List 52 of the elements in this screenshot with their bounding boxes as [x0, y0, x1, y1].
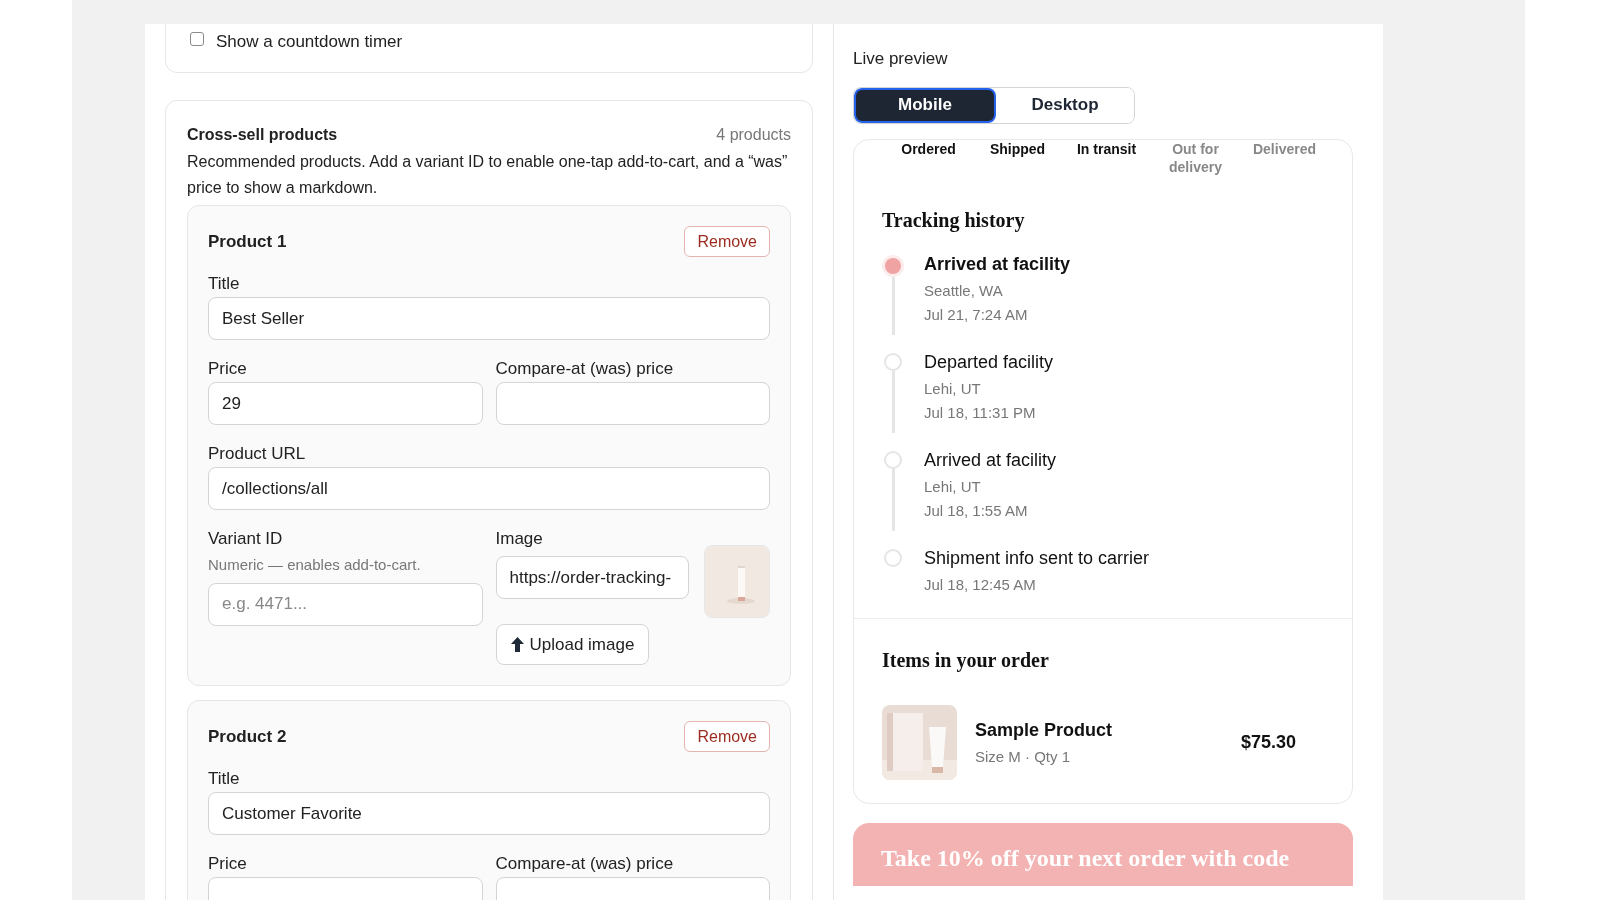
input-field[interactable]: e.g. 4471...: [208, 582, 483, 626]
section-description: Recommended products. Add a variant ID to enable one-tap add-to-cart, and a “was” price to show a markdown.: [187, 152, 789, 198]
input-field[interactable]: /collections/all: [208, 467, 770, 510]
product-meta: Size M · Qty 1: [975, 746, 1072, 767]
event-title: Arrived at facility: [924, 448, 1057, 472]
input-field[interactable]: Customer Favorite: [208, 792, 770, 835]
input-field[interactable]: Best Seller: [208, 297, 770, 340]
section-heading: Tracking history: [882, 207, 1026, 234]
event-title: Departed facility: [924, 350, 1054, 374]
progress-step: Ordered: [884, 139, 973, 176]
product-heading: Product 2: [208, 725, 287, 748]
product-heading: Product 1: [208, 230, 287, 253]
upload-button[interactable]: Upload image: [495, 624, 650, 665]
upload-icon: [510, 637, 524, 652]
product-name: Sample Product: [975, 718, 1114, 742]
progress-step: Out for delivery: [1151, 139, 1240, 176]
input-field[interactable]: 29: [208, 382, 483, 425]
view-tab[interactable]: Mobile: [854, 87, 996, 123]
event-location: Lehi, UT: [924, 476, 982, 497]
remove-button[interactable]: Remove: [684, 721, 770, 752]
event-title: Shipment info sent to carrier: [924, 546, 1150, 570]
field-label: Compare-at (was) price: [495, 358, 675, 380]
event-time: Jul 18, 12:45 AM: [924, 574, 1037, 595]
field-label: Price: [208, 358, 248, 380]
section-heading: Items in your order: [882, 648, 1050, 674]
remove-button[interactable]: Remove: [684, 226, 770, 257]
event-title: Arrived at facility: [924, 252, 1071, 276]
checkbox-label: Show a countdown timer: [216, 31, 403, 53]
field-label: Title: [208, 768, 241, 790]
field-hint: Numeric — enables add-to-cart.: [208, 555, 422, 575]
field-label: Product URL: [208, 443, 307, 465]
event-time: Jul 18, 11:31 PM: [924, 403, 1037, 423]
field-label: Title: [208, 273, 241, 295]
event-location: Seattle, WA: [924, 280, 1004, 301]
event-time: Jul 18, 1:55 AM: [924, 501, 1029, 521]
event-location: Lehi, UT: [924, 378, 982, 399]
event-time: Jul 21, 7:24 AM: [924, 305, 1029, 325]
preview-label: Live preview: [853, 48, 949, 70]
progress-step: In transit: [1062, 139, 1151, 176]
promo-text: Take 10% off your next order with code: [881, 844, 1291, 871]
product-count: 4 products: [716, 125, 791, 145]
product-price: $75.30: [1240, 731, 1296, 754]
input-field[interactable]: https://order-tracking-: [495, 556, 689, 599]
field-label: Image: [495, 528, 544, 550]
progress-step: Shipped: [973, 139, 1062, 176]
field-label: Variant ID: [208, 528, 284, 550]
input-field[interactable]: [495, 382, 770, 425]
field-label: Compare-at (was) price: [495, 853, 675, 875]
checkbox[interactable]: [190, 32, 204, 46]
field-label: Price: [208, 853, 248, 875]
progress-step: Delivered: [1240, 139, 1329, 176]
section-title: Cross-sell products: [187, 125, 338, 145]
